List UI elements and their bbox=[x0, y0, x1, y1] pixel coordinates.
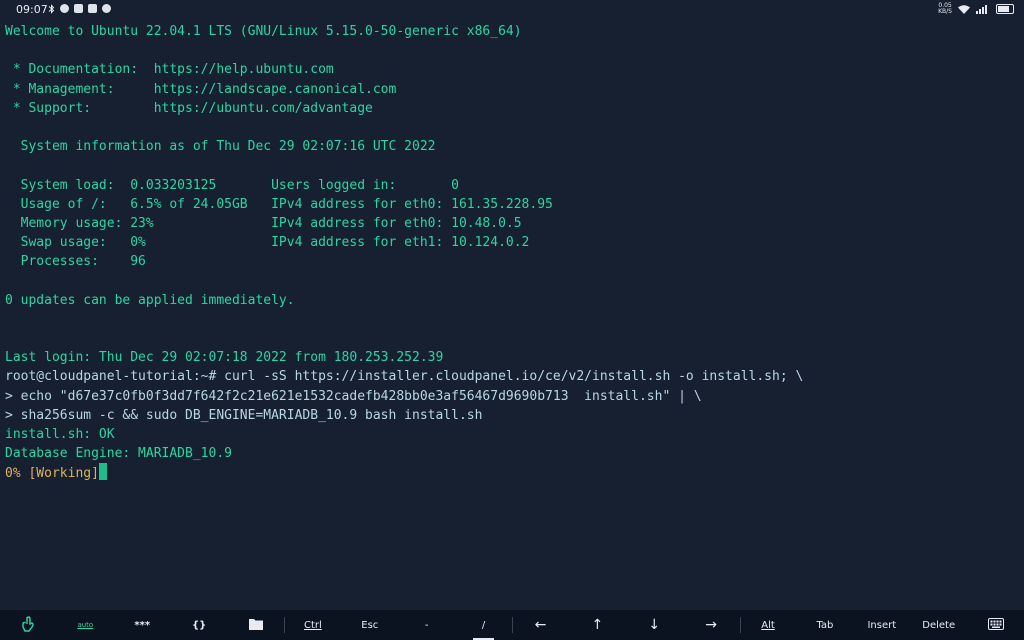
terminal-line-text: root@cloudpanel-tutorial:~# curl -sS htt… bbox=[5, 369, 804, 385]
terminal-line-text: Last login: Thu Dec 29 02:07:18 2022 fro… bbox=[5, 350, 444, 366]
terminal-line-text: Processes: 96 bbox=[5, 254, 146, 270]
extra-key[interactable]: ↓ bbox=[626, 610, 683, 640]
terminal-line: * Documentation: https://help.ubuntu.com bbox=[5, 60, 1020, 79]
status-bar: 09:07 0.05 KB/S bbox=[0, 0, 1024, 20]
terminal-line-text: Memory usage: 23% IPv4 address for eth0:… bbox=[5, 215, 522, 231]
terminal-line-text: System information as of Thu Dec 29 02:0… bbox=[5, 139, 436, 155]
terminal-line-text: * Documentation: https://help.ubuntu.com bbox=[5, 62, 334, 78]
extra-key[interactable]: Delete bbox=[910, 610, 967, 640]
terminal-line: install.sh: OK bbox=[5, 425, 1020, 444]
terminal-line: Welcome to Ubuntu 22.04.1 LTS (GNU/Linux… bbox=[5, 22, 1020, 41]
terminal-line: root@cloudpanel-tutorial:~# curl -sS htt… bbox=[5, 367, 1020, 386]
terminal-line-text: Database Engine: MARIADB_10.9 bbox=[5, 446, 232, 462]
wifi-icon bbox=[958, 4, 970, 14]
extra-key[interactable]: Tab bbox=[796, 610, 853, 640]
extra-key[interactable]: - bbox=[398, 610, 455, 640]
terminal-cursor bbox=[98, 463, 107, 481]
notification-icon bbox=[102, 4, 111, 13]
terminal-line: * Management: https://landscape.canonica… bbox=[5, 80, 1020, 99]
terminal-line: 0% [Working] bbox=[5, 463, 1020, 482]
net-speed: 0.05 KB/S bbox=[938, 2, 952, 15]
terminal-line: Usage of /: 6.5% of 24.05GB IPv4 address… bbox=[5, 195, 1020, 214]
keyboard-icon bbox=[987, 617, 1004, 633]
extra-key-label: ↑ bbox=[591, 617, 604, 633]
notification-icons bbox=[48, 4, 111, 14]
extra-key[interactable]: ← bbox=[512, 610, 569, 640]
extra-key-label: → bbox=[705, 617, 717, 633]
terminal-line-text: 0% [Working] bbox=[5, 466, 99, 482]
touch-hand-key[interactable] bbox=[0, 610, 57, 640]
extra-key[interactable]: Insert bbox=[853, 610, 910, 640]
extra-key-label: ← bbox=[534, 617, 547, 633]
terminal-line: > echo "d67e37c0fb0f3dd7f642f2c21e621e15… bbox=[5, 387, 1020, 406]
clock: 09:07 bbox=[16, 3, 48, 16]
terminal-line: Last login: Thu Dec 29 02:07:18 2022 fro… bbox=[5, 348, 1020, 367]
terminal-line-text: Welcome to Ubuntu 22.04.1 LTS (GNU/Linux… bbox=[5, 24, 522, 39]
extra-key[interactable]: Ctrl bbox=[284, 610, 341, 640]
terminal-line: Processes: 96 bbox=[5, 252, 1020, 271]
extra-key[interactable]: auto bbox=[57, 610, 114, 640]
battery-icon bbox=[996, 4, 1014, 14]
terminal-line-text: 0 updates can be applied immediately. bbox=[5, 292, 295, 308]
extra-key-label: Tab bbox=[816, 619, 834, 631]
folder-icon bbox=[249, 618, 263, 633]
terminal-line: System load: 0.033203125 Users logged in… bbox=[5, 176, 1020, 195]
extra-key[interactable]: ↑ bbox=[569, 610, 626, 640]
extra-keys-bar: auto *** {} Ctrl Esc - / ← ↑ ↓ → Alt Tab Insert Delete bbox=[0, 610, 1024, 640]
terminal-line: 0 updates can be applied immediately. bbox=[5, 291, 1020, 310]
terminal-line-text: install.sh: OK bbox=[5, 426, 115, 442]
extra-key-label: Insert bbox=[867, 619, 897, 631]
terminal-line-text: Usage of /: 6.5% of 24.05GB IPv4 address… bbox=[5, 196, 553, 212]
folder-key[interactable] bbox=[228, 610, 285, 640]
extra-key-label: {} bbox=[191, 619, 207, 631]
terminal-line: > sha256sum -c && sudo DB_ENGINE=MARIADB… bbox=[5, 406, 1020, 425]
touch-hand-icon bbox=[22, 615, 35, 635]
bluetooth-icon bbox=[48, 4, 55, 14]
terminal-line-text: * Support: https://ubuntu.com/advantage bbox=[5, 100, 373, 116]
extra-key-label: Delete bbox=[922, 619, 956, 631]
terminal-line: Swap usage: 0% IPv4 address for eth1: 10… bbox=[5, 233, 1020, 252]
extra-key[interactable]: / bbox=[455, 610, 512, 640]
terminal-line: * Support: https://ubuntu.com/advantage bbox=[5, 99, 1020, 118]
extra-key[interactable]: → bbox=[683, 610, 740, 640]
notification-icon bbox=[74, 4, 83, 13]
terminal-line: System information as of Thu Dec 29 02:0… bbox=[5, 137, 1020, 156]
terminal-line: Database Engine: MARIADB_10.9 bbox=[5, 444, 1020, 463]
terminal-line-text: Swap usage: 0% IPv4 address for eth1: 10… bbox=[5, 235, 530, 251]
extra-key-label: - bbox=[424, 619, 429, 631]
extra-key[interactable]: Esc bbox=[341, 610, 398, 640]
terminal-line-text: * Management: https://landscape.canonica… bbox=[5, 81, 397, 97]
terminal-output[interactable]: Welcome to Ubuntu 22.04.1 LTS (GNU/Linux… bbox=[5, 22, 1020, 492]
extra-key[interactable]: {} bbox=[171, 610, 228, 640]
notification-icon bbox=[60, 4, 69, 13]
terminal-line: Memory usage: 23% IPv4 address for eth0:… bbox=[5, 214, 1020, 233]
extra-key-label: Esc bbox=[361, 619, 379, 631]
extra-key-label: Ctrl bbox=[304, 619, 322, 631]
notification-icon bbox=[88, 4, 97, 13]
terminal-line-text: > sha256sum -c && sudo DB_ENGINE=MARIADB… bbox=[5, 407, 483, 423]
extra-key-label: Alt bbox=[761, 619, 775, 631]
keyboard-key[interactable] bbox=[967, 610, 1024, 640]
signal-icon bbox=[976, 4, 987, 14]
extra-key[interactable]: Alt bbox=[739, 610, 797, 640]
extra-key-label: *** bbox=[134, 619, 151, 631]
extra-key-label: / bbox=[481, 619, 486, 631]
terminal-line-text: > echo "d67e37c0fb0f3dd7f642f2c21e621e15… bbox=[5, 388, 702, 404]
extra-key[interactable]: *** bbox=[114, 610, 171, 640]
extra-key-label: auto bbox=[77, 621, 94, 629]
terminal-line-text: System load: 0.033203125 Users logged in… bbox=[5, 177, 459, 193]
extra-key-label: ↓ bbox=[648, 617, 661, 633]
